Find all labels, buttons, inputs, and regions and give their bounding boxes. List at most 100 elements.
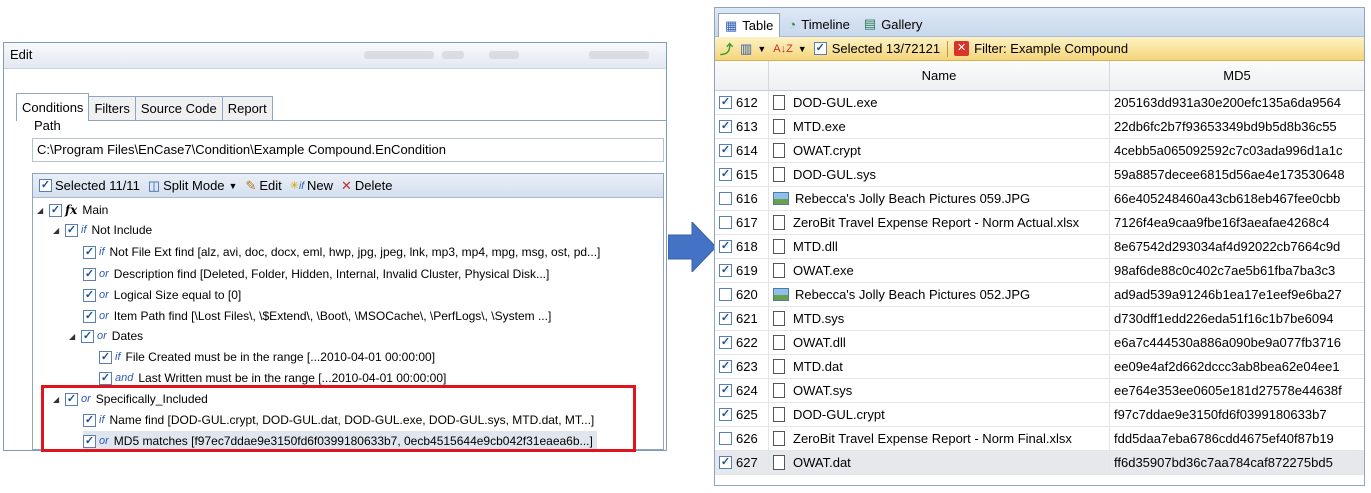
table-row[interactable]: ✓ 627 OWAT.dat ff6d35907bd36c7aa784caf87227… [715, 451, 1364, 475]
operator-label: or [99, 289, 109, 301]
tab-conditions[interactable]: Conditions [16, 93, 90, 121]
selected-button[interactable]: ✓ Selected 13/72121 [813, 41, 940, 56]
sort-icon: A↓Z [773, 42, 793, 55]
tab-filters[interactable]: Filters [88, 96, 136, 120]
row-checkbox[interactable]: ✓ [719, 408, 732, 421]
table-row[interactable]: 626 ZeroBit Travel Expense Report - Norm … [715, 427, 1364, 451]
checkbox-icon[interactable]: ✓ [81, 329, 94, 343]
tab-label: Gallery [881, 16, 923, 32]
file-name: DOD-GUL.sys [793, 167, 877, 182]
md5-cell: 59a8857decee6815d56ae4e173530648 [1114, 167, 1345, 182]
file-name: OWAT.dll [793, 335, 846, 350]
table-row[interactable]: ✓ 623 MTD.dat ee09e4af2d662dccc3ab8bea62e04… [715, 355, 1364, 379]
tree-node-file-created[interactable]: ✓ if File Created must be in the range [… [99, 347, 435, 367]
row-index-cell: ✓ 614 [715, 139, 769, 162]
redacted-text [364, 51, 434, 59]
selected-button[interactable]: ✓ Selected 11/11 [39, 178, 140, 193]
tab-table[interactable]: ▦ Table [718, 13, 781, 37]
checkbox-icon[interactable]: ✓ [99, 371, 112, 385]
file-name: OWAT.crypt [793, 143, 861, 158]
row-checkbox[interactable] [719, 192, 732, 205]
row-checkbox[interactable] [719, 288, 732, 301]
tree-node-label: Main [82, 203, 109, 217]
operator-label: or [97, 330, 107, 342]
table-row[interactable]: ✓ 622 OWAT.dll e6a7c444530a886a090be9a077fb… [715, 331, 1364, 355]
file-name: MTD.exe [793, 119, 846, 134]
checkbox-icon[interactable]: ✓ [83, 309, 96, 323]
new-button[interactable]: ✳if New [290, 178, 333, 193]
row-checkbox[interactable]: ✓ [719, 120, 732, 133]
path-field[interactable]: C:\Program Files\EnCase7\Condition\Examp… [32, 138, 664, 162]
document-icon [773, 239, 785, 254]
filter-button[interactable]: ✕ Filter: Example Compound [954, 41, 1128, 56]
tree-node-not-include[interactable]: ◢ ✓ if Not Include [53, 220, 152, 240]
checkbox-icon[interactable]: ✓ [83, 267, 96, 281]
row-checkbox[interactable]: ✓ [719, 240, 732, 253]
table-row[interactable]: 616 Rebecca's Jolly Beach Pictures 059.JP… [715, 187, 1364, 211]
tree-node-label: Dates [111, 329, 144, 343]
tree-node-main[interactable]: ◢ ✓ fx Main [37, 200, 108, 220]
columns-button[interactable]: ▥ ▼ [740, 41, 766, 57]
file-name: OWAT.dat [793, 455, 851, 470]
tab-report[interactable]: Report [221, 96, 273, 120]
table-row[interactable]: ✓ 614 OWAT.crypt 4cebb5a065092592c7c03ada99… [715, 139, 1364, 163]
document-icon [773, 407, 785, 422]
checkbox-icon[interactable]: ✓ [65, 223, 78, 237]
table-row[interactable]: 617 ZeroBit Travel Expense Report - Norm … [715, 211, 1364, 235]
table-row[interactable]: ✓ 613 MTD.exe 22db6fc2b7f93653349bd9b5d8b36… [715, 115, 1364, 139]
table-row[interactable]: ✓ 615 DOD-GUL.sys 59a8857decee6815d56ae4e17… [715, 163, 1364, 187]
column-header-md5[interactable]: MD5 [1110, 61, 1364, 90]
tab-gallery[interactable]: ▤ Gallery [858, 12, 928, 36]
row-checkbox[interactable]: ✓ [719, 144, 732, 157]
column-header-index[interactable] [715, 61, 769, 90]
gallery-icon: ▤ [863, 16, 877, 31]
column-header-name[interactable]: Name [769, 61, 1110, 90]
tree-node-dates[interactable]: ◢ ✓ or Dates [69, 326, 143, 346]
tree-node-logical-size[interactable]: ✓ or Logical Size equal to [0] [83, 285, 241, 305]
checkbox-icon[interactable]: ✓ [49, 203, 62, 217]
tab-source-code[interactable]: Source Code [134, 96, 223, 120]
row-checkbox[interactable] [719, 216, 732, 229]
table-row[interactable]: ✓ 621 MTD.sys d730dff1edd226eda51f16c1b7be6… [715, 307, 1364, 331]
checkbox-icon[interactable]: ✓ [83, 288, 96, 302]
row-checkbox[interactable]: ✓ [719, 168, 732, 181]
tree-node-item-path[interactable]: ✓ or Item Path find [\Lost Files\, \$Ext… [83, 306, 551, 326]
row-checkbox[interactable]: ✓ [719, 312, 732, 325]
file-name: MTD.sys [793, 311, 845, 326]
document-icon [773, 95, 785, 110]
table-row[interactable]: ✓ 625 DOD-GUL.crypt f97c7ddae9e3150fd6f0399… [715, 403, 1364, 427]
table-row[interactable]: ✓ 619 OWAT.exe 98af6de88c0c402c7ae5b61fba7b… [715, 259, 1364, 283]
file-name: MTD.dll [793, 239, 838, 254]
split-mode-button[interactable]: ◫ Split Mode ▼ [148, 178, 238, 194]
up-level-button[interactable]: ⤴ [720, 39, 733, 58]
table-row[interactable]: ✓ 612 DOD-GUL.exe 205163dd931a30e200efc135a… [715, 91, 1364, 115]
row-index-cell: ✓ 619 [715, 259, 769, 282]
tree-node-description[interactable]: ✓ or Description find [Deleted, Folder, … [83, 264, 549, 284]
row-checkbox[interactable] [719, 432, 732, 445]
row-checkbox[interactable]: ✓ [719, 264, 732, 277]
md5-cell: 66e405248460a43cb618eb467fee0cbb [1114, 191, 1341, 206]
tab-timeline[interactable]: ◔ Timeline [782, 12, 856, 36]
table-row[interactable]: 620 Rebecca's Jolly Beach Pictures 052.JP… [715, 283, 1364, 307]
sort-button[interactable]: A↓Z ▼ [773, 43, 806, 55]
name-cell: OWAT.dll [769, 331, 1110, 354]
row-checkbox[interactable]: ✓ [719, 456, 732, 469]
tree-node-file-ext[interactable]: ✓ if Not File Ext find [alz, avi, doc, d… [83, 242, 600, 262]
row-number: 626 [736, 431, 758, 446]
table-row[interactable]: ✓ 618 MTD.dll 8e67542d293034af4d92022cb7664… [715, 235, 1364, 259]
table-row[interactable]: ✓ 624 OWAT.sys ee764e353ee0605e181d27578e44… [715, 379, 1364, 403]
chevron-down-icon: ▼ [228, 180, 238, 191]
row-checkbox[interactable]: ✓ [719, 360, 732, 373]
checkbox-icon[interactable]: ✓ [83, 245, 96, 259]
checkbox-icon[interactable]: ✓ [99, 350, 112, 364]
row-index-cell: 620 [715, 283, 769, 306]
row-number: 616 [736, 191, 758, 206]
delete-button[interactable]: ✕ Delete [341, 178, 392, 194]
row-checkbox[interactable]: ✓ [719, 336, 732, 349]
view-tabstrip: ▦ Table ◔ Timeline ▤ Gallery [715, 8, 1364, 37]
row-checkbox[interactable]: ✓ [719, 384, 732, 397]
name-cell: ZeroBit Travel Expense Report - Norm Fin… [769, 427, 1110, 450]
row-checkbox[interactable]: ✓ [719, 96, 732, 109]
edit-button[interactable]: ✎ Edit [245, 178, 281, 194]
file-name: OWAT.exe [793, 263, 854, 278]
